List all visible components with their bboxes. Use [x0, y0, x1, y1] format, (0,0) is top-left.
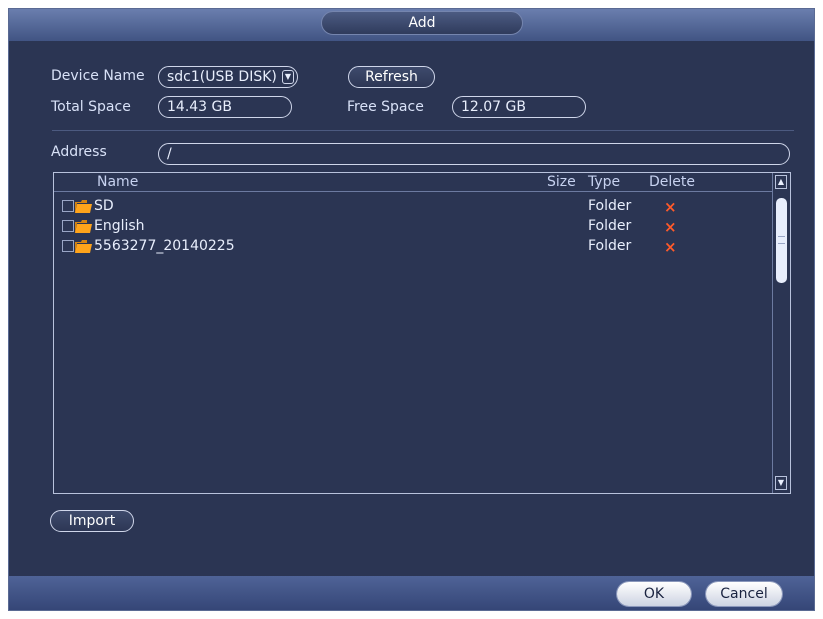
footer-bar: OK Cancel [9, 576, 814, 610]
chevron-down-icon[interactable]: ▼ [282, 70, 294, 84]
dialog-title: Add [321, 11, 523, 35]
column-type[interactable]: Type [588, 173, 620, 191]
grip-icon [778, 236, 785, 244]
row-type: Folder [588, 238, 632, 254]
scroll-up-icon[interactable]: ▲ [775, 175, 787, 189]
list-header: Name Size Type Delete [54, 173, 772, 192]
folder-icon [75, 200, 92, 213]
delete-x-icon[interactable]: × [664, 217, 677, 237]
free-space-field: 12.07 GB [452, 96, 586, 118]
column-size[interactable]: Size [547, 173, 576, 191]
device-name-select[interactable]: sdc1(USB DISK) ▼ [158, 66, 298, 88]
refresh-button[interactable]: Refresh [348, 66, 435, 88]
table-row[interactable]: 5563277_20140225 Folder × [54, 237, 772, 257]
scrollbar[interactable]: ▲ ▼ [772, 173, 790, 493]
column-delete[interactable]: Delete [649, 173, 695, 191]
file-list: Name Size Type Delete SD Folder × Englis… [53, 172, 791, 494]
row-name: SD [94, 198, 114, 214]
scroll-down-icon[interactable]: ▼ [775, 476, 787, 490]
row-name: 5563277_20140225 [94, 238, 235, 254]
scroll-thumb[interactable] [776, 198, 787, 283]
column-name[interactable]: Name [97, 173, 138, 191]
total-space-field: 14.43 GB [158, 96, 292, 118]
total-space-label: Total Space [51, 99, 131, 115]
import-button[interactable]: Import [50, 510, 134, 532]
device-name-value: sdc1(USB DISK) [167, 69, 277, 85]
add-dialog: Add Device Name sdc1(USB DISK) ▼ Refresh… [8, 8, 815, 611]
table-row[interactable]: English Folder × [54, 217, 772, 237]
row-type: Folder [588, 218, 632, 234]
row-checkbox[interactable] [62, 220, 74, 232]
title-bar: Add [9, 9, 814, 41]
delete-x-icon[interactable]: × [664, 197, 677, 217]
cancel-button[interactable]: Cancel [706, 582, 782, 606]
address-label: Address [51, 144, 107, 160]
folder-icon [75, 240, 92, 253]
ok-button[interactable]: OK [617, 582, 691, 606]
row-checkbox[interactable] [62, 200, 74, 212]
row-checkbox[interactable] [62, 240, 74, 252]
row-name: English [94, 218, 145, 234]
delete-x-icon[interactable]: × [664, 237, 677, 257]
row-type: Folder [588, 198, 632, 214]
table-row[interactable]: SD Folder × [54, 197, 772, 217]
address-input[interactable]: / [158, 143, 790, 165]
folder-icon [75, 220, 92, 233]
device-name-label: Device Name [51, 68, 145, 84]
free-space-label: Free Space [347, 99, 424, 115]
divider [52, 130, 794, 131]
